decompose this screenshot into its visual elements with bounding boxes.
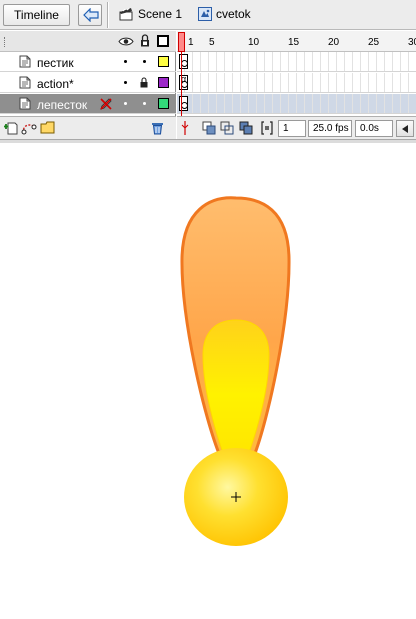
breadcrumb-scene[interactable]: Scene 1 <box>138 7 182 21</box>
stage-canvas[interactable] <box>0 143 416 619</box>
layers-footer <box>0 116 176 139</box>
back-button[interactable] <box>78 4 102 26</box>
ruler-label: 20 <box>328 37 340 48</box>
center-frame-icon[interactable] <box>180 121 190 135</box>
lock-icon[interactable] <box>140 34 150 47</box>
lock-dot[interactable] <box>143 102 146 105</box>
pencil-crossed-icon[interactable] <box>99 97 113 111</box>
insert-layer-icon[interactable] <box>4 121 18 135</box>
add-motion-guide-icon[interactable] <box>21 121 37 135</box>
insert-folder-icon[interactable] <box>40 121 56 134</box>
frame-row-lepestok[interactable] <box>177 94 416 114</box>
eye-icon[interactable] <box>118 36 134 47</box>
layer-row-lepestok[interactable]: лепесток <box>0 94 176 114</box>
layer-row-action[interactable]: action* <box>0 73 176 93</box>
layers-panel: пестик action* лепесток <box>0 31 176 139</box>
lock-dot[interactable] <box>143 60 146 63</box>
frame-ruler[interactable]: 1 5 10 15 20 25 30 <box>177 31 416 52</box>
ruler-label: 25 <box>368 37 380 48</box>
flower-graphic[interactable] <box>0 143 416 619</box>
onion-skin-icon[interactable] <box>202 121 216 135</box>
toolbar-separator <box>107 2 109 28</box>
ruler-label: 10 <box>248 37 260 48</box>
modify-onion-markers-icon[interactable] <box>261 121 273 135</box>
ruler-label: 1 <box>188 37 194 48</box>
playhead-line <box>181 52 182 116</box>
layer-page-icon <box>19 97 31 110</box>
visibility-dot[interactable] <box>124 81 127 84</box>
layer-lock-icon[interactable] <box>140 77 148 88</box>
onion-skin-outlines-icon[interactable] <box>220 121 234 135</box>
scene-clapper-icon <box>119 8 133 21</box>
scroll-left-arrow-icon <box>402 125 408 133</box>
visibility-dot[interactable] <box>124 60 127 63</box>
timeline-button[interactable]: Timeline <box>3 4 70 26</box>
current-frame-field[interactable]: 1 <box>278 120 306 137</box>
layer-row-pestik[interactable]: пестик <box>0 52 176 72</box>
edit-multiple-frames-icon[interactable] <box>239 121 253 135</box>
frame-row-action[interactable]: α <box>177 73 416 93</box>
frames-panel: 1 5 10 15 20 25 30 α <box>177 31 416 139</box>
layer-name: action* <box>37 77 74 91</box>
playhead[interactable] <box>178 32 185 52</box>
breadcrumb-symbol[interactable]: cvetok <box>216 7 251 21</box>
frame-rate-field[interactable]: 25.0 fps <box>308 120 352 137</box>
frame-row-pestik[interactable] <box>177 52 416 72</box>
layers-header <box>0 31 176 52</box>
layer-page-icon <box>19 55 31 68</box>
delete-layer-icon[interactable] <box>151 121 164 135</box>
layer-color-swatch[interactable] <box>158 98 169 109</box>
layer-name: лепесток <box>37 98 88 112</box>
outline-icon[interactable] <box>157 35 169 47</box>
layer-color-swatch[interactable] <box>158 56 169 67</box>
layer-page-icon <box>19 76 31 89</box>
visibility-dot[interactable] <box>124 102 127 105</box>
ruler-label: 15 <box>288 37 300 48</box>
elapsed-time-field[interactable]: 0.0s <box>355 120 393 137</box>
panel-grip[interactable] <box>4 37 6 47</box>
ruler-label: 30 <box>408 37 416 48</box>
layer-color-swatch[interactable] <box>158 77 169 88</box>
frames-footer: 1 25.0 fps 0.0s <box>177 116 416 139</box>
graphic-symbol-icon <box>198 7 212 21</box>
ruler-label: 5 <box>209 37 215 48</box>
timeline-toolbar: Timeline Scene 1 cvetok <box>0 0 416 30</box>
back-arrow-icon <box>83 8 99 22</box>
layer-name: пестик <box>37 56 74 70</box>
scroll-left-button[interactable] <box>396 120 414 137</box>
